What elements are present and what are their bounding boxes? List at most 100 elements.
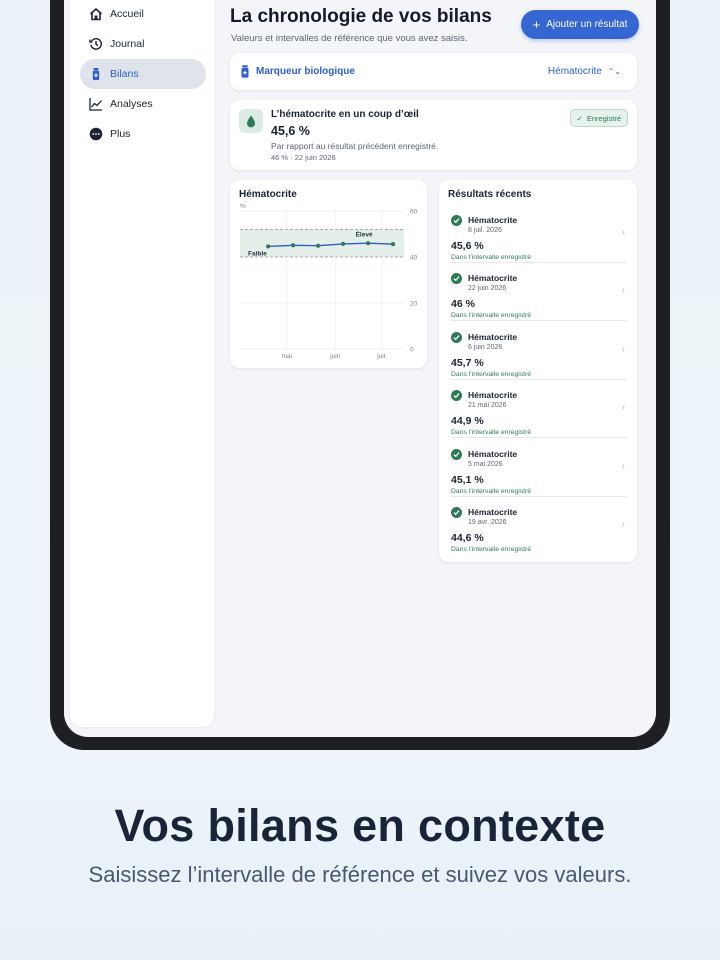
saved-badge: ✓ Enregistré (569, 109, 628, 127)
y-tick-label: 60 (410, 209, 418, 216)
data-point (315, 243, 321, 248)
check-circle-icon (451, 507, 462, 518)
check-circle-icon (451, 390, 462, 402)
result-date: 19 avr. 2026 (468, 519, 507, 526)
result-value: 45,1 % (451, 473, 484, 486)
sidebar-item-label: Plus (110, 128, 131, 140)
data-point (365, 241, 371, 246)
sidebar-item-label: Journal (110, 38, 145, 50)
add-result-label: Ajouter un résultat (546, 19, 628, 30)
result-name: Hématocrite (468, 507, 518, 517)
data-point (390, 242, 396, 247)
result-row[interactable]: Hématocrite 5 mai 2026 45,1 % Dans l’interv… (439, 439, 637, 497)
chart-card: Hématocrite 0 20 40 60 mai juin juil.% Élevé Fai… (230, 180, 427, 368)
glance-value: 45,6 % (271, 124, 310, 138)
chevron-up-down-icon: ⌃⌄ (607, 67, 621, 76)
y-tick-label: 0 (410, 347, 414, 354)
page-subtitle: Valeurs et intervalles de référence que … (231, 33, 468, 44)
sidebar-item-label: Analyses (110, 98, 153, 110)
promo-headline: Vos bilans en contexte (114, 800, 606, 851)
result-row[interactable]: Hématocrite 22 juin 2026 46 % Dans l’interv… (439, 263, 637, 322)
result-name: Hématocrite (468, 448, 518, 459)
result-status: Dans l’intervalle enregistré (451, 429, 532, 437)
sidebar-item-analyses[interactable]: Analyses (80, 89, 206, 119)
home-icon (88, 6, 104, 22)
result-row[interactable]: Hématocrite 8 juil. 2026 45,6 % Dans l’inte… (439, 205, 637, 263)
result-value: 46 % (451, 298, 475, 311)
sidebar-item-journal[interactable]: Journal (80, 29, 206, 59)
y-tick-label: 40 (410, 255, 418, 262)
glance-title: L’hématocrite en un coup d’œil (271, 109, 419, 120)
sidebar-item-accueil[interactable]: Accueil (80, 0, 206, 29)
chevron-right-icon: › (621, 227, 625, 238)
reference-high-label: Élevé (356, 229, 373, 238)
page-title: La chronologie de vos bilans (230, 6, 492, 27)
check-circle-icon (451, 448, 462, 460)
history-icon (88, 36, 104, 52)
glance-card: L’hématocrite en un coup d’œil 45,6 % Pa… (230, 100, 637, 170)
saved-badge-label: Enregistré (586, 113, 621, 123)
chevron-right-icon: › (621, 285, 625, 297)
hematocrit-chart: 0 20 40 60 mai juin juil.% Élevé Faible (240, 203, 418, 360)
result-value: 44,6 % (451, 532, 484, 544)
check-circle-icon (451, 331, 462, 343)
data-point (291, 243, 296, 248)
result-value: 44,9 % (451, 415, 484, 428)
y-tick-label: 20 (410, 301, 418, 308)
marker-label-group: Marqueur biologique (240, 65, 355, 78)
result-date: 22 juin 2026 (468, 285, 507, 293)
chevron-right-icon: › (621, 343, 625, 355)
result-status: Dans l’intervalle enregistré (451, 370, 532, 378)
marker-label: Marqueur biologique (256, 66, 355, 77)
trend-icon (88, 96, 104, 112)
results-title: Résultats récents (448, 189, 532, 200)
result-name: Hématocrite (468, 331, 518, 342)
sidebar-item-label: Accueil (110, 8, 144, 20)
chevron-right-icon: › (621, 460, 625, 472)
marker-selector[interactable]: Marqueur biologique Hématocrite ⌃⌄ (230, 53, 637, 90)
glance-previous: 46 % · 22 juin 2026 (271, 153, 336, 162)
y-axis-label: % (240, 203, 246, 210)
chevron-right-icon: › (621, 402, 625, 414)
sidebar-item-label: Bilans (110, 68, 139, 80)
tablet-screen: Accueil Journal Bilans Analyses Plus La … (64, 0, 656, 737)
result-name: Hématocrite (468, 215, 518, 225)
result-value: 45,6 % (451, 240, 484, 252)
result-row[interactable]: Hématocrite 6 juin 2026 45,7 % Dans l’inter… (439, 322, 637, 380)
check-circle-icon (451, 215, 462, 226)
result-value: 45,7 % (451, 356, 484, 369)
result-date: 6 juin 2026 (468, 343, 503, 351)
recent-results-card: Résultats récents Hématocrite 8 juil. 202… (439, 180, 637, 562)
sidebar-item-plus[interactable]: Plus (80, 119, 206, 149)
result-date: 5 mai 2026 (468, 460, 503, 468)
sidebar-item-bilans[interactable]: Bilans (80, 59, 206, 89)
result-row[interactable]: Hématocrite 21 mai 2026 44,9 % Dans l’inter… (439, 380, 637, 439)
plus-icon: + (532, 17, 541, 32)
chevron-right-icon: › (621, 519, 625, 530)
x-tick-label: juin (329, 353, 341, 360)
result-status: Dans l’intervalle enregistré (451, 546, 532, 553)
result-date: 8 juil. 2026 (468, 227, 502, 234)
check-circle-icon (451, 273, 462, 285)
add-result-button[interactable]: + Ajouter un résultat (521, 10, 639, 39)
vial-icon (88, 66, 104, 82)
result-name: Hématocrite (468, 390, 518, 401)
drop-icon (239, 109, 263, 133)
data-point (266, 244, 271, 249)
result-status: Dans l’intervalle enregistré (451, 254, 532, 261)
result-name: Hématocrite (468, 273, 518, 284)
more-icon (88, 126, 104, 142)
checkmark-icon: ✓ (576, 113, 583, 123)
marker-value-text: Hématocrite (547, 66, 602, 77)
reference-low-label: Faible (248, 251, 267, 258)
result-status: Dans l’intervalle enregistré (451, 312, 532, 320)
x-tick-label: juil. (376, 353, 387, 360)
data-point (340, 241, 346, 246)
result-status: Dans l’intervalle enregistré (451, 487, 532, 495)
result-row[interactable]: Hématocrite 19 avr. 2026 44,6 % Dans l’inte… (439, 497, 637, 555)
marker-value[interactable]: Hématocrite ⌃⌄ (548, 66, 621, 77)
sidebar: Accueil Journal Bilans Analyses Plus (70, 0, 214, 727)
promo-tagline: Saisissez l’intervalle de référence et s… (88, 862, 632, 887)
x-tick-label: mai (282, 353, 292, 360)
result-date: 21 mai 2026 (468, 402, 507, 410)
